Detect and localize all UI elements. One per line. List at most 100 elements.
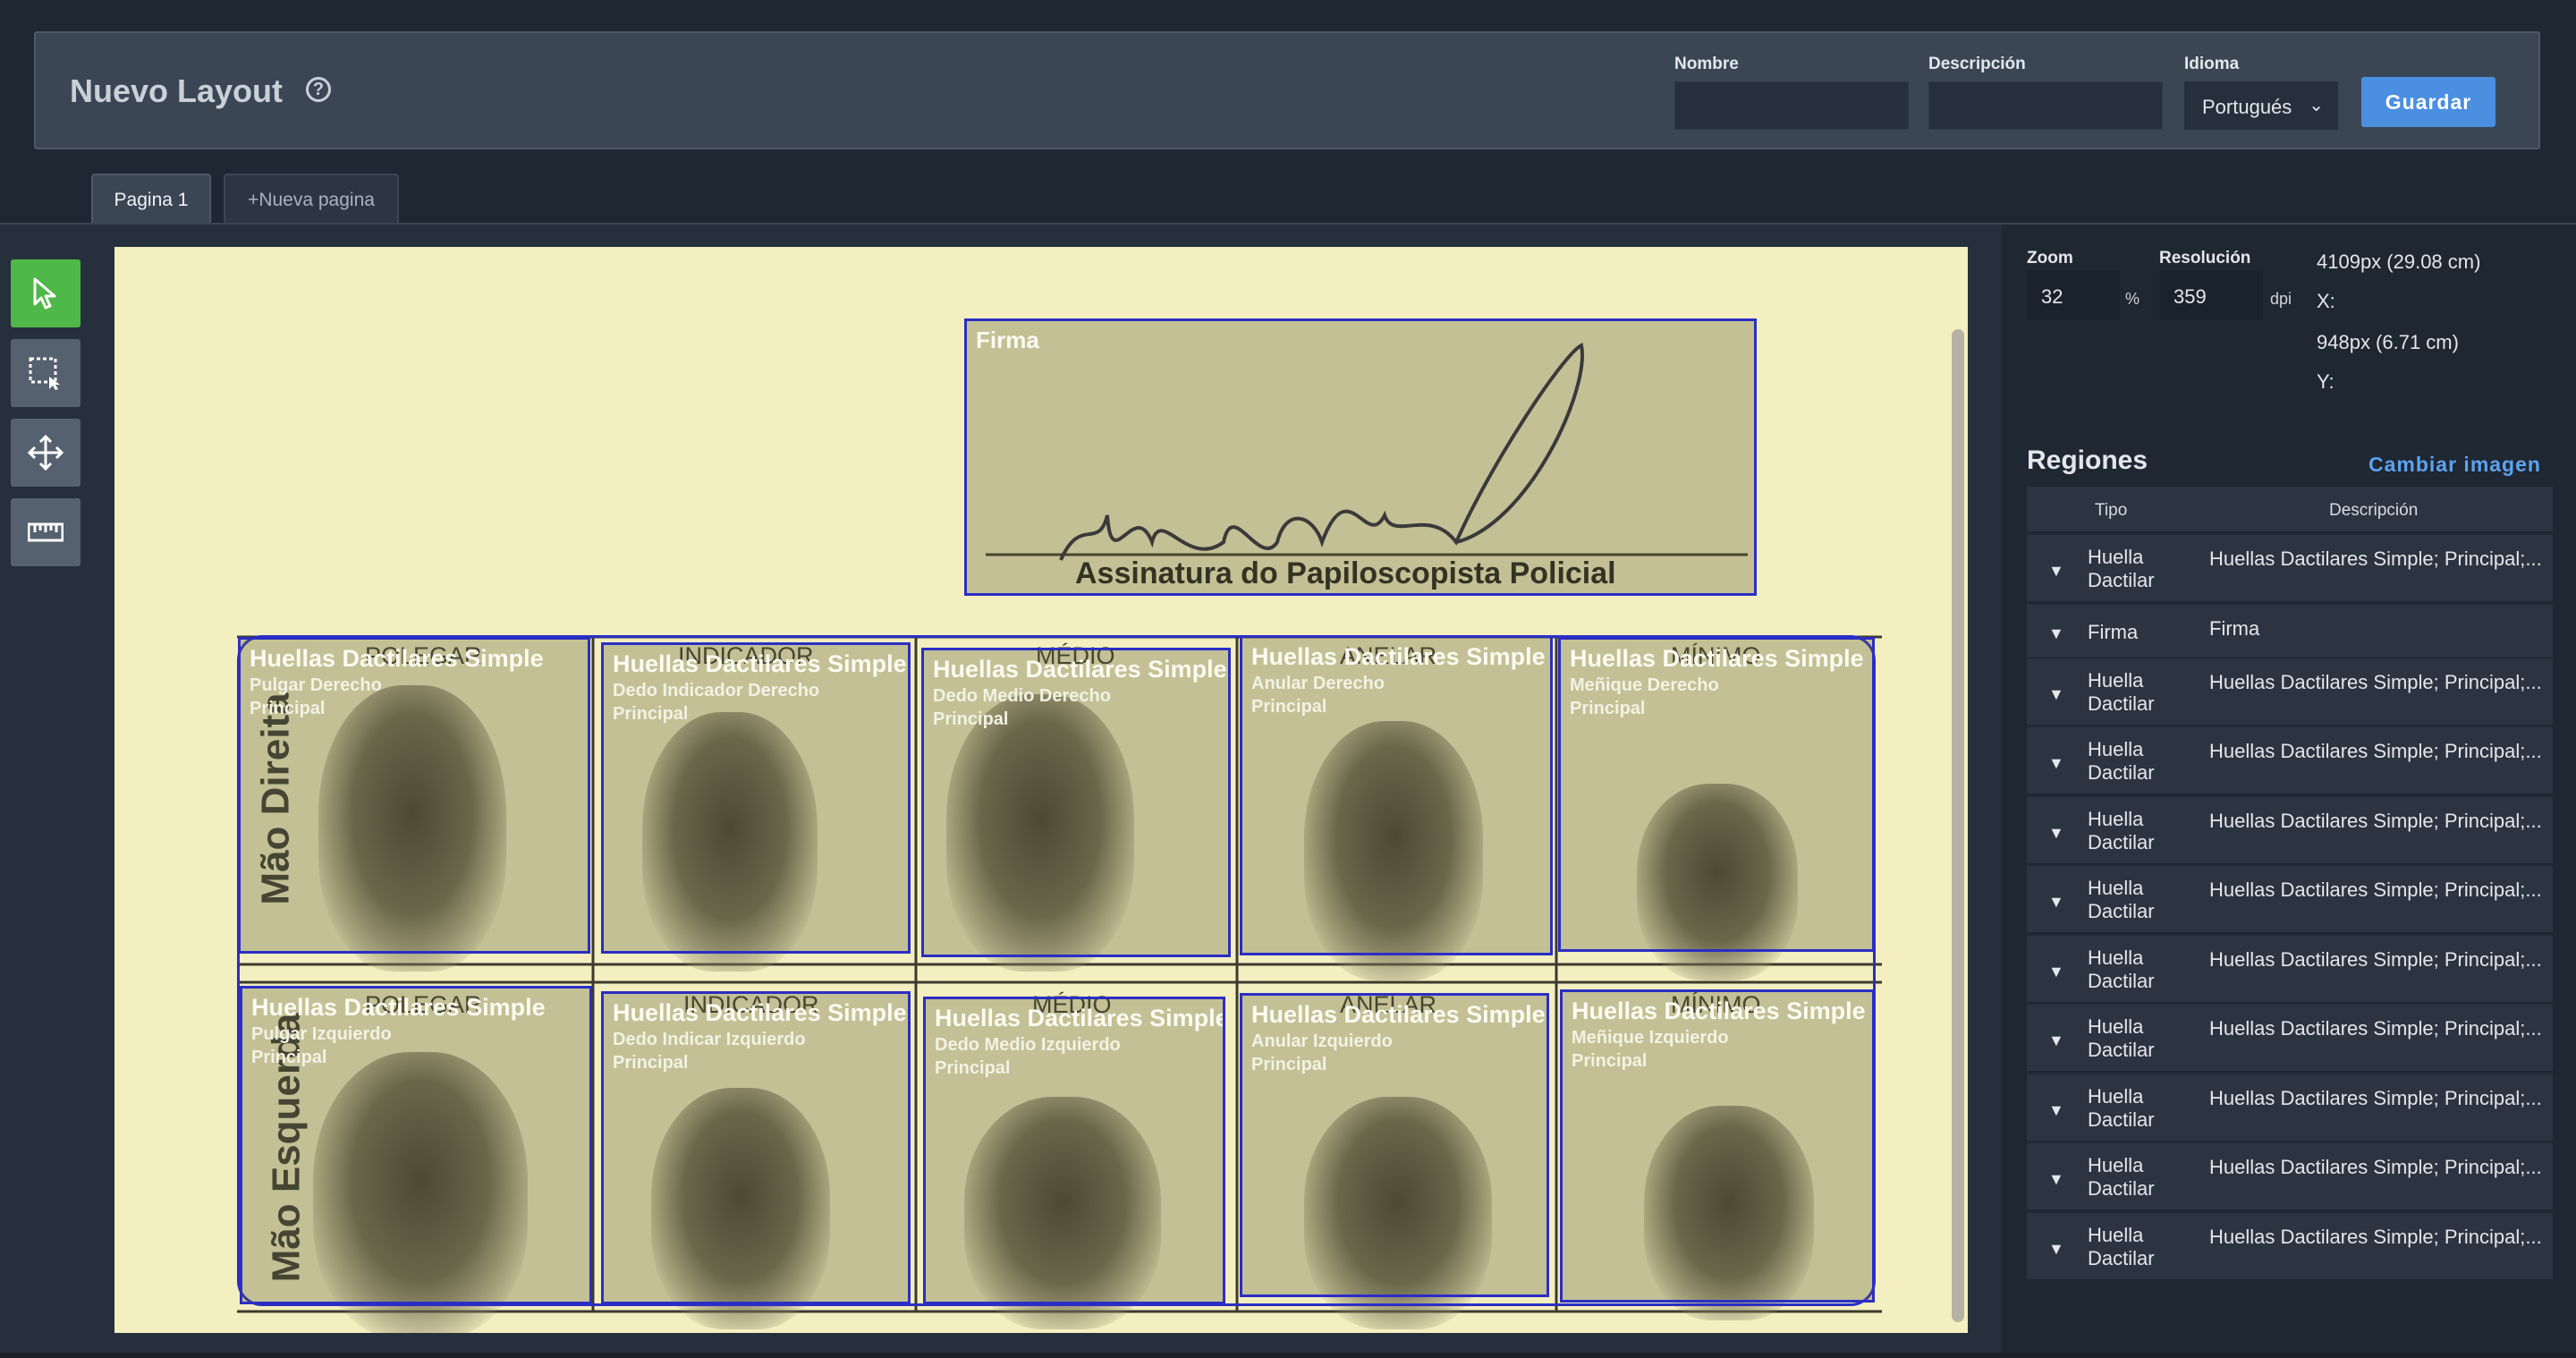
region-table-row[interactable]: ▼ Huella Dactilar Huellas Dactilares Simpl… xyxy=(2027,1072,2553,1141)
region-medio-derecho[interactable]: Huellas Dactilares Simple Dedo Medio Der… xyxy=(921,648,1231,957)
regions-table-header: Tipo Descripción xyxy=(2027,487,2553,531)
descripcion-input[interactable] xyxy=(1928,81,2163,130)
row-tipo: Huella Dactilar xyxy=(2088,946,2155,992)
caret-down-icon[interactable]: ▼ xyxy=(2048,824,2064,843)
region-role: Principal xyxy=(251,1048,327,1067)
ruler-tool-button[interactable] xyxy=(11,498,80,566)
canvas-scrollbar[interactable] xyxy=(1952,329,1964,1322)
row-tipo: Huella Dactilar xyxy=(2088,1223,2155,1269)
region-table-row[interactable]: ▼ Huella Dactilar Huellas Dactilares Simpl… xyxy=(2027,933,2553,1002)
caret-down-icon[interactable]: ▼ xyxy=(2048,963,2064,981)
region-role: Principal xyxy=(1570,699,1646,718)
region-finger: Dedo Indicador Derecho xyxy=(613,681,820,700)
region-table-row[interactable]: ▼ Huella Dactilar Huellas Dactilares Simpl… xyxy=(2027,864,2553,932)
zoom-input[interactable]: 32 xyxy=(2027,270,2120,320)
tab-pagina-1[interactable]: Pagina 1 xyxy=(91,174,211,224)
row-descripcion: Huellas Dactilares Simple; Principal;... xyxy=(2209,1017,2542,1040)
region-finger: Dedo Medio Derecho xyxy=(933,686,1111,706)
region-table-row[interactable]: ▼ Huella Dactilar Huellas Dactilares Simpl… xyxy=(2027,533,2553,601)
rect-select-tool-button[interactable] xyxy=(11,339,80,407)
row-tipo: Firma xyxy=(2088,620,2139,643)
row-tipo: Huella Dactilar xyxy=(2088,1154,2155,1200)
region-firma[interactable]: Firma xyxy=(964,318,1757,596)
row-tipo: Huella Dactilar xyxy=(2088,668,2155,715)
caret-down-icon[interactable]: ▼ xyxy=(2048,1101,2064,1120)
select-tool-button[interactable] xyxy=(11,259,80,327)
document-canvas[interactable]: POLEGAR INDICADOR MÉDIO ANELAR MÍNIMO PO… xyxy=(114,247,1968,1333)
region-title: Firma xyxy=(976,327,1039,353)
column-header-descripcion: Descripción xyxy=(2329,501,2419,520)
regions-title: Regiones xyxy=(2027,446,2148,475)
column-header-tipo: Tipo xyxy=(2095,501,2128,520)
row-tipo: Huella Dactilar xyxy=(2088,546,2155,591)
x-coordinate-value: 4109px (29.08 cm) xyxy=(2317,250,2481,273)
region-table-row[interactable]: ▼ Huella Dactilar Huellas Dactilares Simpl… xyxy=(2027,794,2553,863)
row-descripcion: Huellas Dactilares Simple; Principal;... xyxy=(2209,547,2542,570)
region-menique-derecho[interactable]: Huellas Dactilares Simple Meñique Derech… xyxy=(1558,637,1875,952)
row-tipo: Huella Dactilar xyxy=(2088,877,2155,922)
bottom-border xyxy=(0,1353,2576,1358)
region-finger: Dedo Medio Izquierdo xyxy=(935,1035,1121,1055)
page-title: Nuevo Layout xyxy=(70,72,284,109)
save-button[interactable]: Guardar xyxy=(2361,77,2496,127)
region-title: Huellas Dactilares Simple xyxy=(613,650,907,677)
region-menique-izquierdo[interactable]: Huellas Dactilares Simple Meñique Izquie… xyxy=(1560,989,1875,1303)
select-pointer-icon xyxy=(33,277,56,310)
row-descripcion: Huellas Dactilares Simple; Principal;... xyxy=(2209,1156,2542,1178)
region-table-row[interactable]: ▼ Huella Dactilar Huellas Dactilares Simpl… xyxy=(2027,1210,2553,1279)
caret-down-icon[interactable]: ▼ xyxy=(2048,624,2064,643)
help-icon[interactable]: ? xyxy=(306,77,331,102)
region-title: Huellas Dactilares Simple xyxy=(251,994,546,1021)
nombre-label: Nombre xyxy=(1674,55,1739,73)
region-role: Principal xyxy=(1251,697,1327,717)
caret-down-icon[interactable]: ▼ xyxy=(2048,754,2064,773)
caret-down-icon[interactable]: ▼ xyxy=(2048,562,2064,581)
change-image-link[interactable]: Cambiar imagen xyxy=(2368,453,2541,477)
region-table-row[interactable]: ▼ Huella Dactilar Huellas Dactilares Simpl… xyxy=(2027,1142,2553,1209)
region-finger: Pulgar Derecho xyxy=(250,675,382,695)
row-descripcion: Huellas Dactilares Simple; Principal;... xyxy=(2209,878,2542,901)
region-indicar-izquierdo[interactable]: Huellas Dactilares Simple Dedo Indicar I… xyxy=(601,991,911,1304)
region-anular-derecho[interactable]: Huellas Dactilares Simple Anular Derecho… xyxy=(1240,635,1553,955)
row-descripcion: Huellas Dactilares Simple; Principal;... xyxy=(2209,809,2542,832)
move-icon xyxy=(28,435,64,471)
region-finger: Meñique Derecho xyxy=(1570,675,1719,695)
region-finger: Meñique Izquierdo xyxy=(1572,1028,1729,1048)
row-descripcion: Firma xyxy=(2209,616,2260,640)
caret-down-icon[interactable]: ▼ xyxy=(2048,893,2064,912)
caret-down-icon[interactable]: ▼ xyxy=(2048,685,2064,704)
region-anular-izquierdo[interactable]: Huellas Dactilares Simple Anular Izquier… xyxy=(1240,993,1549,1297)
region-role: Principal xyxy=(1251,1055,1327,1074)
region-table-row[interactable]: ▼ Huella Dactilar Huellas Dactilares Simpl… xyxy=(2027,656,2553,725)
caret-down-icon[interactable]: ▼ xyxy=(2048,1170,2064,1189)
descripcion-label: Descripción xyxy=(1928,55,2026,73)
region-finger: Dedo Indicar Izquierdo xyxy=(613,1030,806,1049)
region-title: Huellas Dactilares Simple xyxy=(1251,643,1546,670)
region-medio-izquierdo[interactable]: Huellas Dactilares Simple Dedo Medio Izq… xyxy=(923,997,1225,1304)
resolution-input[interactable]: 359 xyxy=(2159,270,2263,320)
row-descripcion: Huellas Dactilares Simple; Principal;... xyxy=(2209,1225,2542,1248)
region-table-row[interactable]: ▼ Huella Dactilar Huellas Dactilares Simpl… xyxy=(2027,1003,2553,1071)
nombre-input[interactable] xyxy=(1674,81,1909,130)
region-title: Huellas Dactilares Simple xyxy=(250,645,544,672)
region-indicador-derecho[interactable]: Huellas Dactilares Simple Dedo Indicador… xyxy=(601,642,911,954)
region-role: Principal xyxy=(933,709,1009,729)
region-role: Principal xyxy=(613,704,689,724)
y-coordinate-value: 948px (6.71 cm) xyxy=(2317,331,2459,353)
idioma-select[interactable]: Portugués ⌄ xyxy=(2184,81,2338,130)
caret-down-icon[interactable]: ▼ xyxy=(2048,1240,2064,1259)
row-tipo: Huella Dactilar xyxy=(2088,1084,2155,1131)
region-role: Principal xyxy=(1572,1051,1648,1071)
move-tool-button[interactable] xyxy=(11,419,80,487)
region-table-row[interactable]: ▼ Huella Dactilar Huellas Dactilares Simpl… xyxy=(2027,726,2553,794)
region-pulgar-derecho[interactable]: Huellas Dactilares Simple Pulgar Derecho… xyxy=(238,637,590,954)
region-table-row[interactable]: ▼ Firma Firma xyxy=(2027,602,2553,657)
idioma-selected-value: Portugués xyxy=(2202,96,2292,118)
zoom-label: Zoom xyxy=(2027,249,2073,267)
resolution-label: Resolución xyxy=(2159,249,2251,267)
region-pulgar-izquierdo[interactable]: Huellas Dactilares Simple Pulgar Izquier… xyxy=(240,986,592,1304)
caret-down-icon[interactable]: ▼ xyxy=(2048,1031,2064,1050)
row-descripcion: Huellas Dactilares Simple; Principal;... xyxy=(2209,670,2542,693)
tab-new-page[interactable]: +Nueva pagina xyxy=(224,174,399,224)
region-role: Principal xyxy=(250,699,326,718)
